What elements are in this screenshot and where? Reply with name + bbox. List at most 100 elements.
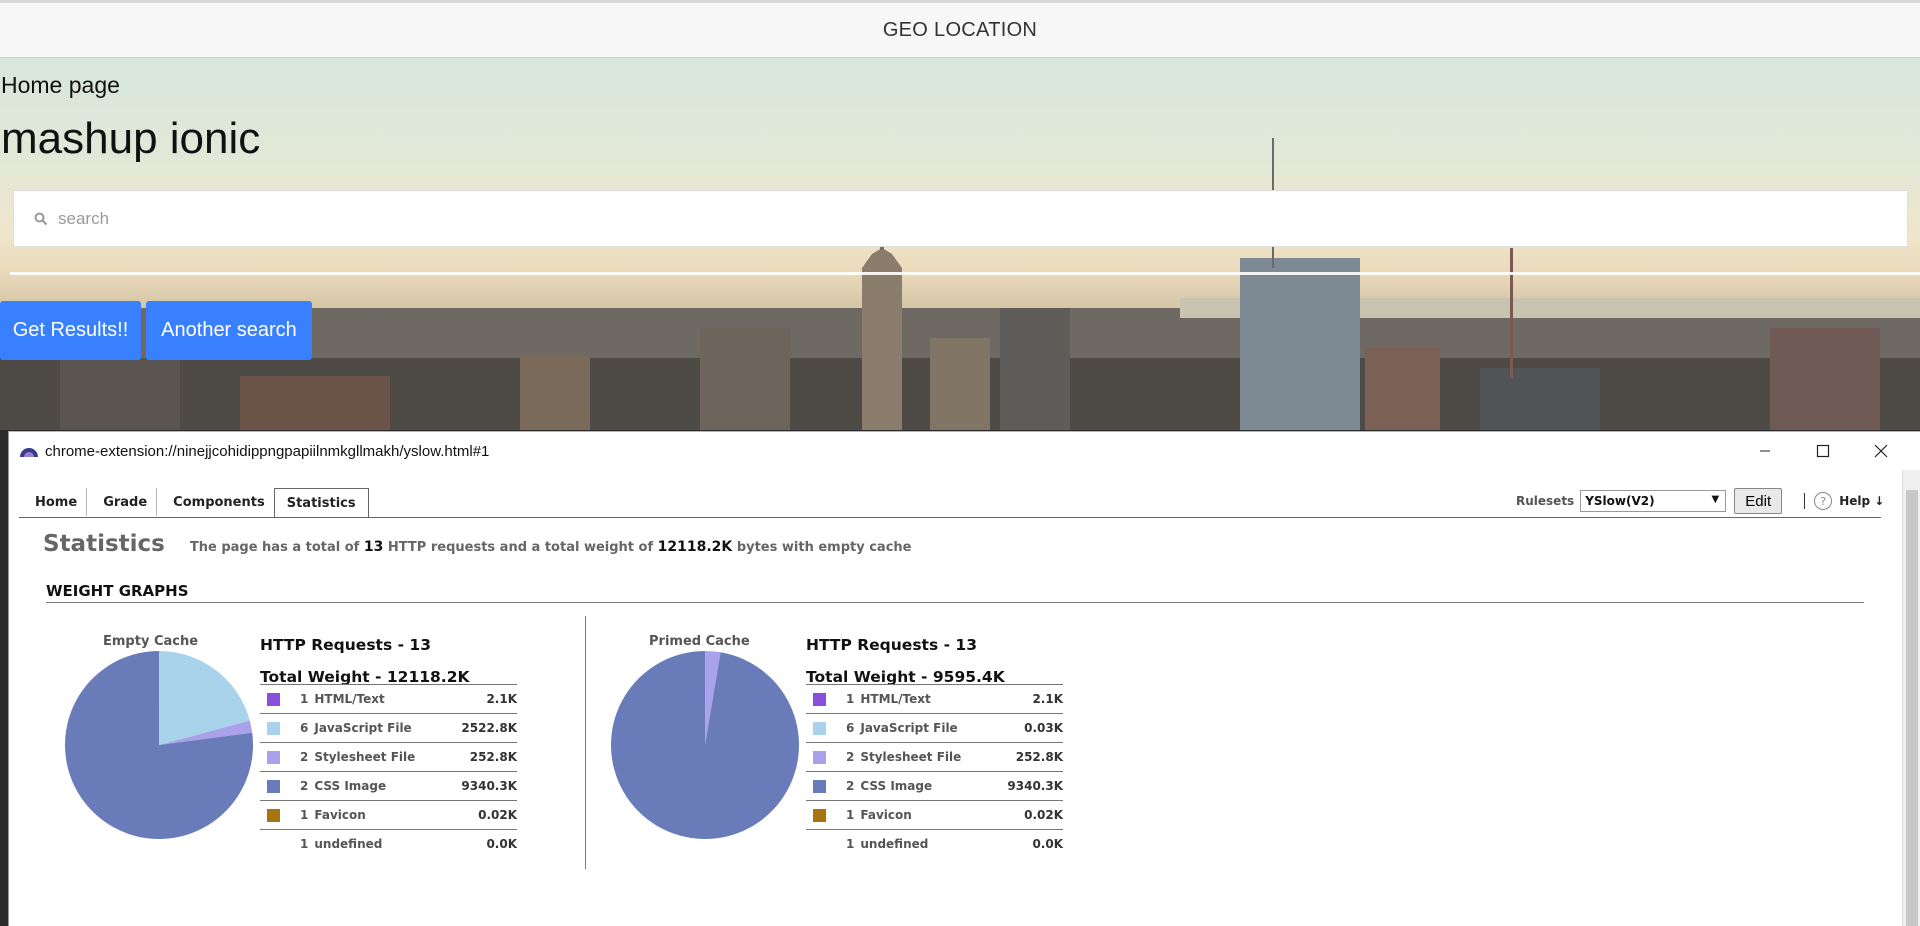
legend-type: undefined [314,837,383,852]
primed-cache-label: Primed Cache [649,634,750,649]
home-page-label: Home page [1,72,120,98]
legend-type: Stylesheet File [314,750,416,764]
chevron-down-icon: ▼ [1711,494,1720,505]
summary-requests: 13 [363,539,384,555]
legend-size: 9340.3K [446,771,517,801]
legend-type: Favicon [860,808,912,822]
empty-cache-panel: Empty Cache HTTP Requests - 13 Total Wei… [46,620,566,870]
summary-text: bytes with empty cache [736,540,912,555]
panel-divider [585,616,586,869]
close-icon [1874,444,1888,458]
yslow-logo-icon [20,448,38,457]
legend-swatch-cell [260,713,300,743]
empty-cache-label: Empty Cache [103,634,199,649]
get-results-button[interactable]: Get Results!! [0,301,141,360]
legend-count: 1 [846,837,855,852]
separator [1804,493,1806,509]
legend-count: 2 [300,779,309,793]
another-search-button[interactable]: Another search [146,301,312,360]
legend-row: 6 JavaScript File 0.03K [806,713,1063,743]
legend-label: 2 Stylesheet File [300,742,447,772]
legend-size: 0.0K [446,829,517,859]
scrollbar-thumb[interactable] [1906,490,1918,926]
ruleset-select[interactable]: YSlow(V2) ▼ [1580,490,1727,512]
weight-graphs-title: WEIGHT GRAPHS [46,582,189,600]
minimize-icon [1760,450,1770,452]
legend-swatch-cell [260,800,300,830]
legend-count: 2 [300,750,309,764]
tab-statistics[interactable]: Statistics [273,488,369,518]
empty-cache-legend: 1 HTML/Text 2.1K 6 JavaScript File 2522.8K 2 St… [260,684,517,859]
legend-swatch-cell [260,771,300,801]
legend-swatch [813,751,826,764]
legend-size: 252.8K [992,742,1063,772]
app-header: GEO LOCATION [0,0,1920,58]
legend-size: 0.02K [992,800,1063,830]
search-bar[interactable] [13,190,1908,247]
legend-row: 1 undefined 0.0K [806,829,1063,859]
legend-row: 2 CSS Image 9340.3K [806,771,1063,801]
primed-cache-panel: Primed Cache HTTP Requests - 13 Total We… [592,620,1112,870]
weight-graphs-divider [46,602,1864,603]
legend-size: 252.8K [446,742,517,772]
legend-swatch [267,722,280,735]
legend-count: 6 [300,721,309,735]
legend-swatch [267,780,280,793]
legend-type: undefined [860,837,929,852]
legend-size: 0.02K [446,800,517,830]
legend-type: Favicon [314,808,366,822]
page-title: mashup ionic [1,114,261,163]
legend-swatch-cell [806,713,846,743]
legend-count: 1 [300,808,309,822]
legend-size: 0.03K [992,713,1063,743]
legend-swatch [813,693,826,706]
ruleset-selected-value: YSlow(V2) [1585,494,1655,508]
legend-label: 1 undefined [300,829,447,859]
maximize-button[interactable] [1795,432,1851,470]
legend-count: 1 [300,837,309,852]
legend-size: 2.1K [992,684,1063,714]
legend-count: 2 [846,779,855,793]
tab-components[interactable]: Components [157,488,274,516]
tab-grade[interactable]: Grade [87,488,158,516]
legend-swatch [813,722,826,735]
primed-cache-pie-chart [611,651,799,839]
statistics-title: Statistics [43,531,165,557]
minimize-button[interactable] [1737,432,1793,470]
help-link[interactable]: Help ↓ [1839,494,1884,508]
search-icon [34,212,48,225]
legend-size: 0.0K [992,829,1063,859]
rulesets-bar: Rulesets YSlow(V2) ▼ Edit ? Help ↓ [1516,488,1884,514]
summary-text: HTTP requests and a total weight of [387,540,654,555]
divider [10,272,1920,275]
legend-label: 2 Stylesheet File [846,742,993,772]
legend-type: CSS Image [860,779,933,793]
legend-label: 6 JavaScript File [300,713,447,743]
ionic-app: GEO LOCATION Home page mashup ionic sear… [0,0,1920,430]
legend-row: 6 JavaScript File 2522.8K [260,713,517,743]
scrollbar[interactable] [1902,470,1920,926]
tab-home[interactable]: Home [19,488,88,516]
close-button[interactable] [1853,432,1909,470]
edit-button[interactable]: Edit [1734,488,1783,514]
legend-swatch-cell [806,684,846,714]
legend-swatch-cell [806,800,846,830]
legend-count: 1 [846,808,855,822]
search-input[interactable] [58,208,1858,229]
tab-underline [19,517,1881,518]
legend-swatch-cell [260,742,300,772]
window-url: chrome-extension://ninejjcohidippngpapii… [45,442,490,460]
yslow-window: chrome-extension://ninejjcohidippngpapii… [8,431,1920,926]
legend-label: 1 HTML/Text [300,684,447,714]
summary-text: The page has a total of [189,540,360,555]
window-titlebar[interactable]: chrome-extension://ninejjcohidippngpapii… [9,432,1920,470]
app-header-title: GEO LOCATION [882,18,1038,41]
legend-row: 2 Stylesheet File 252.8K [260,742,517,772]
legend-type: CSS Image [314,779,387,793]
legend-type: JavaScript File [860,721,958,735]
legend-count: 1 [846,692,855,706]
legend-swatch-cell [260,829,300,859]
legend-row: 1 undefined 0.0K [260,829,517,859]
help-icon[interactable]: ? [1814,492,1833,510]
legend-size: 9340.3K [992,771,1063,801]
